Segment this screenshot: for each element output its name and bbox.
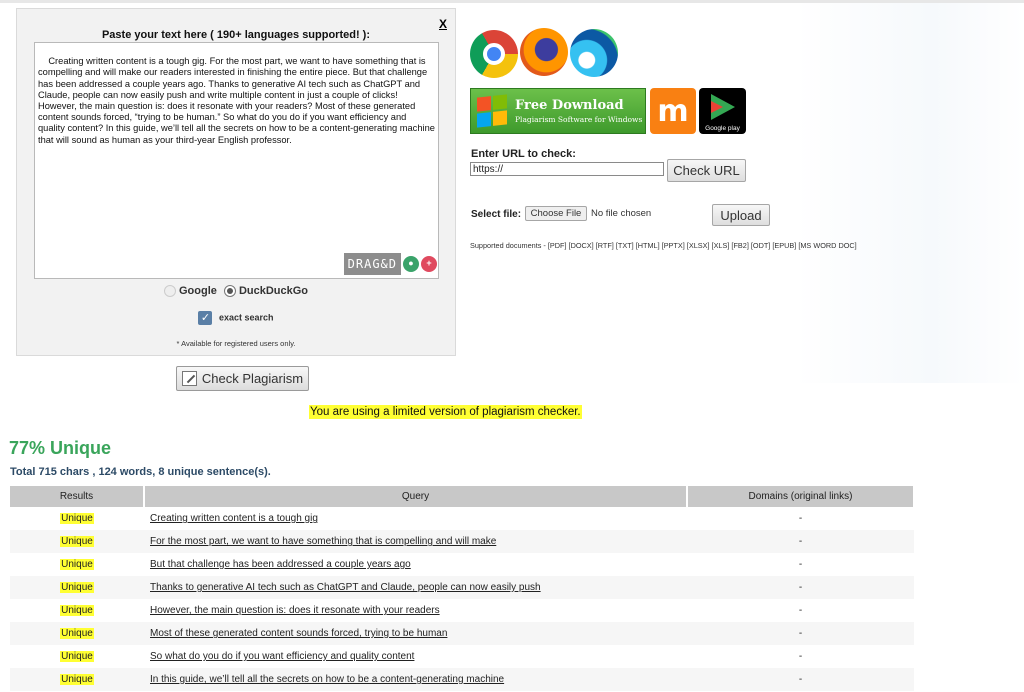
table-row: Unique So what do you do if you want eff… — [10, 645, 914, 668]
chrome-icon[interactable] — [470, 30, 518, 78]
query-link[interactable]: Thanks to generative AI tech such as Cha… — [150, 582, 541, 593]
check-url-button[interactable]: Check URL — [667, 159, 746, 182]
select-file-label: Select file: — [471, 209, 522, 220]
header-domains: Domains (original links) — [687, 486, 915, 507]
moodle-letter: m — [657, 93, 689, 129]
query-link[interactable]: In this guide, we’ll tell all the secret… — [150, 674, 504, 685]
windows-icon — [477, 94, 507, 128]
table-row: Unique Creating written content is a tou… — [10, 507, 914, 530]
result-badge: Unique — [60, 513, 94, 524]
domains-cell: - — [687, 599, 914, 622]
close-icon[interactable]: X — [439, 17, 447, 31]
limited-version-notice: You are using a limited version of plagi… — [309, 405, 582, 419]
result-badge: Unique — [60, 582, 94, 593]
file-status: No file chosen — [591, 208, 652, 219]
free-download-label: Free Download — [515, 98, 624, 113]
result-badge: Unique — [60, 628, 94, 639]
text-input-area[interactable]: Creating written content is a tough gig.… — [34, 42, 439, 279]
domains-cell: - — [687, 622, 914, 645]
header-query: Query — [144, 486, 688, 507]
notification-icon[interactable]: + — [421, 256, 437, 272]
radio-duckduckgo[interactable]: DuckDuckGo — [223, 285, 309, 297]
result-badge: Unique — [60, 536, 94, 547]
radio-duckduckgo-label: DuckDuckGo — [238, 285, 309, 297]
drag-drop-widget[interactable]: DRAG&D ● + — [343, 251, 437, 277]
domains-cell: - — [687, 530, 914, 553]
domains-cell: - — [687, 507, 914, 530]
choose-file-button[interactable]: Choose File — [525, 206, 587, 221]
domains-cell: - — [687, 553, 914, 576]
firefox-icon[interactable] — [520, 28, 568, 76]
domains-cell: - — [687, 645, 914, 668]
query-link[interactable]: For the most part, we want to have somet… — [150, 536, 496, 547]
upload-button[interactable]: Upload — [712, 204, 770, 226]
panel-title: Paste your text here ( 190+ languages su… — [101, 29, 371, 41]
totals-summary: Total 715 chars , 124 words, 8 unique se… — [10, 466, 271, 478]
exact-search-option[interactable]: ✓ exact search — [17, 311, 455, 325]
radio-google[interactable]: Google — [163, 285, 217, 297]
table-row: Unique But that challenge has been addre… — [10, 553, 914, 576]
table-row: Unique Thanks to generative AI tech such… — [10, 576, 914, 599]
background-fade — [795, 3, 1024, 383]
domains-cell: - — [687, 668, 914, 691]
query-link[interactable]: But that challenge has been addressed a … — [150, 559, 411, 570]
table-row: Unique In this guide, we’ll tell all the… — [10, 668, 914, 691]
exact-search-checkbox[interactable]: ✓ — [198, 311, 213, 325]
query-link[interactable]: So what do you do if you want efficiency… — [150, 651, 414, 662]
google-play-icon[interactable]: Google play — [699, 88, 746, 134]
unique-percentage: 77% Unique — [9, 438, 112, 458]
radio-google-label: Google — [178, 285, 217, 297]
check-plagiarism-label: Check Plagiarism — [201, 371, 304, 386]
table-row: Unique For the most part, we want to hav… — [10, 530, 914, 553]
header-results: Results — [10, 486, 145, 507]
result-badge: Unique — [60, 605, 94, 616]
edge-icon[interactable] — [570, 29, 618, 77]
exact-search-label: exact search — [218, 312, 274, 323]
play-triangle-icon — [711, 94, 735, 120]
table-header-row: Results Query Domains (original links) — [10, 486, 915, 507]
google-play-label: Google play — [705, 125, 740, 132]
moodle-icon[interactable]: m — [650, 88, 696, 134]
results-table: Results Query Domains (original links) U… — [10, 486, 915, 691]
url-input[interactable] — [470, 162, 664, 176]
table-row: Unique However, the main question is: do… — [10, 599, 914, 622]
result-badge: Unique — [60, 674, 94, 685]
document-edit-icon — [181, 371, 197, 386]
domains-cell: - — [687, 576, 914, 599]
result-badge: Unique — [60, 651, 94, 662]
table-row: Unique Most of these generated content s… — [10, 622, 914, 645]
registered-users-note: * Available for registered users only. — [176, 339, 296, 348]
query-link[interactable]: Creating written content is a tough gig — [150, 513, 318, 524]
search-engine-selector: Google DuckDuckGo — [17, 285, 455, 300]
free-download-button[interactable]: Free Download Plagiarism Software for Wi… — [470, 88, 646, 134]
drag-drop-label: DRAG&D — [343, 253, 401, 275]
query-link[interactable]: Most of these generated content sounds f… — [150, 628, 447, 639]
text-input-panel: Paste your text here ( 190+ languages su… — [16, 8, 456, 356]
text-input-content: Creating written content is a tough gig.… — [38, 56, 435, 145]
check-plagiarism-button[interactable]: Check Plagiarism — [176, 366, 309, 391]
radio-duckduckgo-dot[interactable] — [223, 285, 236, 297]
supported-documents: Supported documents - [PDF] [DOCX] [RTF]… — [470, 241, 857, 250]
radio-google-dot[interactable] — [163, 285, 176, 297]
free-download-sublabel: Plagiarism Software for Windows — [515, 115, 643, 124]
query-link[interactable]: However, the main question is: does it r… — [150, 605, 440, 616]
url-label: Enter URL to check: — [471, 148, 576, 160]
location-pin-icon[interactable]: ● — [403, 256, 419, 272]
result-badge: Unique — [60, 559, 94, 570]
